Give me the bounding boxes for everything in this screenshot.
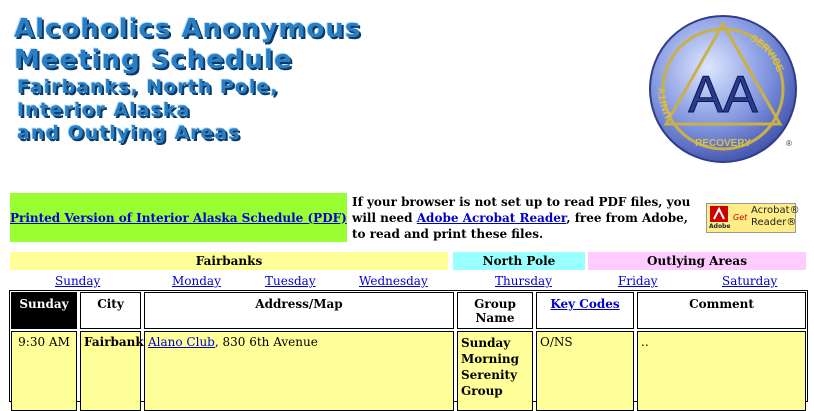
header-key-codes: Key Codes	[536, 292, 634, 329]
day-link-wednesday[interactable]: Wednesday	[359, 274, 428, 288]
row-time: 9:30 AM	[11, 331, 77, 411]
region-bar: Fairbanks North Pole Outlying Areas	[10, 252, 806, 270]
subtitle-line-1: Fairbanks, North Pole,	[17, 76, 279, 98]
title-line-1: Alcoholics Anonymous	[14, 14, 362, 44]
header-group-name: Group Name	[457, 292, 533, 329]
day-link-saturday[interactable]: Saturday	[722, 274, 777, 288]
adobe-icon	[710, 206, 728, 222]
region-outlying-areas: Outlying Areas	[588, 252, 806, 270]
address-text: , 830 6th Avenue	[214, 335, 318, 349]
day-link-tuesday[interactable]: Tuesday	[265, 274, 316, 288]
row-key-codes: O/NS	[536, 331, 634, 411]
aa-logo: AA UNITY SERVICE RECOVERY ®	[649, 15, 797, 163]
day-links: Sunday Monday Tuesday Wednesday Thursday…	[0, 272, 814, 290]
day-link-sunday[interactable]: Sunday	[55, 274, 100, 288]
address-map-link[interactable]: Alano Club	[148, 335, 215, 349]
logo-registered: ®	[786, 139, 792, 148]
day-link-thursday[interactable]: Thursday	[495, 274, 552, 288]
row-comment: ..	[637, 331, 806, 411]
header-city: City	[80, 292, 141, 329]
badge-get: Get	[733, 213, 748, 222]
logo-letters: AA	[688, 66, 758, 124]
pdf-notice: If your browser is not set up to read PD…	[352, 194, 697, 242]
header-day: Sunday	[11, 292, 77, 329]
badge-brand: Adobe	[709, 223, 731, 230]
subtitle-line-2: Interior Alaska	[17, 99, 191, 121]
pdf-schedule-link[interactable]: Printed Version of Interior Alaska Sched…	[10, 211, 347, 225]
day-link-monday[interactable]: Monday	[172, 274, 221, 288]
region-fairbanks: Fairbanks	[10, 252, 448, 270]
day-link-friday[interactable]: Friday	[618, 274, 658, 288]
row-group-name: Sunday Morning Serenity Group	[457, 331, 533, 411]
title-line-2: Meeting Schedule	[14, 45, 293, 75]
badge-product: Acrobat® Reader®	[751, 205, 800, 229]
key-codes-link[interactable]: Key Codes	[550, 297, 619, 311]
row-address: Alano Club, 830 6th Avenue	[144, 331, 454, 411]
get-acrobat-reader-badge[interactable]: Get Acrobat® Reader® Adobe	[706, 203, 800, 233]
logo-word-recovery: RECOVERY	[695, 138, 751, 149]
subtitle-line-3: and Outlying Areas	[17, 122, 241, 144]
badge-product-line-2: Reader®	[751, 217, 797, 228]
header-comment: Comment	[637, 292, 806, 329]
pdf-link-box: Printed Version of Interior Alaska Sched…	[10, 193, 347, 242]
page-title: Alcoholics Anonymous Meeting Schedule Fa…	[14, 14, 361, 145]
region-north-pole: North Pole	[453, 252, 585, 270]
header-address: Address/Map	[144, 292, 454, 329]
row-city: Fairbanks	[80, 331, 150, 411]
acrobat-reader-link[interactable]: Adobe Acrobat Reader	[417, 211, 567, 225]
badge-product-line-1: Acrobat®	[751, 205, 800, 216]
